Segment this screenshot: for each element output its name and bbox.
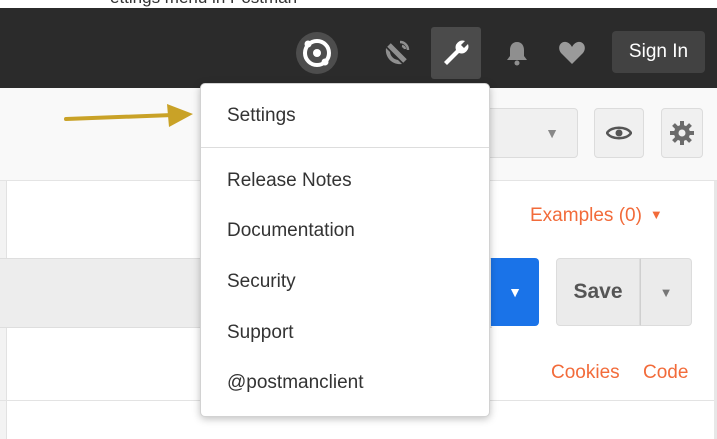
- menu-divider: [201, 147, 489, 148]
- eye-icon: [606, 126, 632, 140]
- caption-text: ettings menu in Postman: [110, 0, 297, 8]
- menu-item-security[interactable]: Security: [227, 271, 296, 293]
- chevron-down-icon: ▼: [545, 125, 559, 141]
- save-button[interactable]: Save: [556, 258, 640, 326]
- cookies-link[interactable]: Cookies: [551, 362, 620, 384]
- caption-strip: ettings menu in Postman: [0, 0, 717, 8]
- chevron-down-icon: ▼: [659, 284, 673, 300]
- send-options-button[interactable]: ▼: [491, 258, 539, 326]
- satellite-antenna-icon[interactable]: [380, 36, 414, 70]
- menu-item-release-notes[interactable]: Release Notes: [227, 170, 352, 192]
- examples-label: Examples (0): [530, 205, 642, 226]
- menu-item-postmanclient[interactable]: @postmanclient: [227, 372, 364, 394]
- menu-item-documentation[interactable]: Documentation: [227, 220, 355, 242]
- heart-icon[interactable]: [555, 38, 589, 68]
- examples-dropdown[interactable]: Examples (0) ▼: [530, 205, 663, 227]
- wrench-icon: [444, 40, 469, 65]
- chevron-down-icon: ▼: [508, 284, 522, 300]
- bell-icon[interactable]: [502, 38, 532, 68]
- environment-quick-look-button[interactable]: [594, 108, 644, 158]
- annotation-arrow-icon: [64, 104, 193, 127]
- manage-environments-button[interactable]: [661, 108, 703, 158]
- save-options-button[interactable]: ▼: [640, 258, 692, 326]
- gear-icon: [670, 121, 694, 145]
- wrench-button[interactable]: [431, 27, 481, 79]
- caret-down-icon: ▼: [649, 207, 663, 222]
- menu-item-settings[interactable]: Settings: [227, 105, 296, 127]
- sync-icon[interactable]: [294, 30, 340, 76]
- code-link[interactable]: Code: [643, 362, 688, 384]
- top-header: Sign In: [0, 8, 717, 88]
- menu-item-support[interactable]: Support: [227, 322, 294, 344]
- settings-dropdown-menu: Settings Release Notes Documentation Sec…: [200, 83, 490, 417]
- sign-in-button[interactable]: Sign In: [612, 31, 705, 73]
